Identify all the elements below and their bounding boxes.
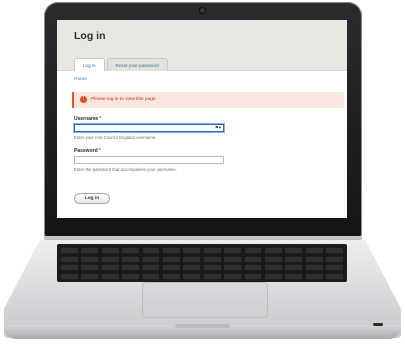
keyboard-key bbox=[243, 255, 263, 263]
tab-reset-password[interactable]: Reset your password bbox=[106, 58, 168, 71]
keyboard-key bbox=[223, 272, 243, 280]
keyboard-key bbox=[60, 255, 79, 263]
keyboard-key bbox=[263, 247, 283, 254]
page-header: Log in Log in Reset your password bbox=[57, 20, 347, 71]
breadcrumb-home[interactable]: Home bbox=[74, 77, 87, 82]
laptop-screen: Log in Log in Reset your password Home !… bbox=[57, 20, 347, 218]
keyboard-key bbox=[202, 272, 222, 280]
camera-icon bbox=[200, 8, 205, 13]
keyboard-key bbox=[141, 255, 161, 263]
password-label: Password* bbox=[74, 148, 101, 154]
password-label-text: Password bbox=[74, 148, 98, 154]
autofill-icon[interactable]: ⚑▾ bbox=[215, 125, 221, 131]
keyboard-key bbox=[243, 264, 263, 271]
keyboard-key bbox=[202, 247, 222, 254]
keyboard-key bbox=[141, 264, 161, 271]
keyboard-key bbox=[80, 272, 100, 280]
keyboard-key bbox=[182, 272, 202, 280]
alert-message: Please log in to view this page bbox=[91, 97, 156, 102]
laptop-lid: Log in Log in Reset your password Home !… bbox=[44, 2, 362, 238]
keyboard-key bbox=[243, 272, 263, 280]
lid-notch bbox=[175, 324, 230, 328]
keyboard-key bbox=[80, 247, 100, 254]
page-title: Log in bbox=[74, 30, 106, 42]
required-marker: * bbox=[98, 148, 101, 154]
keyboard-key bbox=[284, 255, 304, 263]
trackpad bbox=[142, 282, 268, 318]
username-label-text: Username bbox=[74, 116, 99, 122]
keyboard-key bbox=[325, 272, 344, 280]
log-in-button[interactable]: Log in bbox=[74, 193, 110, 204]
username-label: Username* bbox=[74, 116, 101, 122]
keyboard-key bbox=[304, 255, 324, 263]
keyboard-key bbox=[161, 247, 181, 254]
keyboard-key bbox=[223, 247, 243, 254]
keyboard-key bbox=[202, 255, 222, 263]
keyboard-key bbox=[60, 247, 79, 254]
keyboard-key bbox=[141, 247, 161, 254]
keyboard-key bbox=[325, 264, 344, 271]
error-icon: ! bbox=[80, 96, 87, 103]
keyboard-key bbox=[161, 255, 181, 263]
keyboard-key bbox=[100, 247, 120, 254]
username-description: Enter your Arts Council England username… bbox=[74, 135, 157, 140]
keyboard-key bbox=[202, 264, 222, 271]
tab-bar: Log in Reset your password bbox=[74, 58, 168, 71]
keyboard-key bbox=[325, 247, 344, 254]
keyboard-key bbox=[141, 272, 161, 280]
keyboard-key bbox=[100, 264, 120, 271]
keyboard-key bbox=[263, 255, 283, 263]
tab-log-in[interactable]: Log in bbox=[74, 58, 105, 71]
keyboard-key bbox=[182, 247, 202, 254]
keyboard-key bbox=[263, 272, 283, 280]
keyboard-key bbox=[182, 264, 202, 271]
keyboard-key bbox=[80, 255, 100, 263]
keyboard-key bbox=[100, 272, 120, 280]
sleep-indicator bbox=[373, 323, 383, 326]
keyboard-key bbox=[304, 247, 324, 254]
keyboard-key bbox=[223, 255, 243, 263]
keyboard-key bbox=[100, 255, 120, 263]
keyboard-key bbox=[284, 272, 304, 280]
keyboard-key bbox=[121, 272, 141, 280]
keyboard-key bbox=[284, 264, 304, 271]
keyboard-key bbox=[243, 247, 263, 254]
keyboard-key bbox=[182, 255, 202, 263]
keyboard-key bbox=[223, 264, 243, 271]
keyboard-key bbox=[284, 247, 304, 254]
keyboard-key bbox=[161, 264, 181, 271]
keyboard-key bbox=[161, 272, 181, 280]
keyboard-key bbox=[121, 255, 141, 263]
password-input[interactable] bbox=[74, 156, 224, 164]
keyboard-key bbox=[60, 264, 79, 271]
keyboard-key bbox=[80, 264, 100, 271]
password-description: Enter the password that accompanies your… bbox=[74, 167, 177, 172]
keyboard-key bbox=[325, 255, 344, 263]
keyboard-key bbox=[121, 247, 141, 254]
required-marker: * bbox=[99, 116, 102, 122]
error-alert: ! Please log in to view this page bbox=[72, 92, 344, 108]
keyboard bbox=[57, 244, 347, 282]
username-input[interactable]: ⚑▾ bbox=[74, 124, 224, 132]
keyboard-key bbox=[121, 264, 141, 271]
keyboard-key bbox=[263, 264, 283, 271]
keyboard-key bbox=[304, 264, 324, 271]
keyboard-key bbox=[60, 272, 79, 280]
keyboard-key bbox=[304, 272, 324, 280]
